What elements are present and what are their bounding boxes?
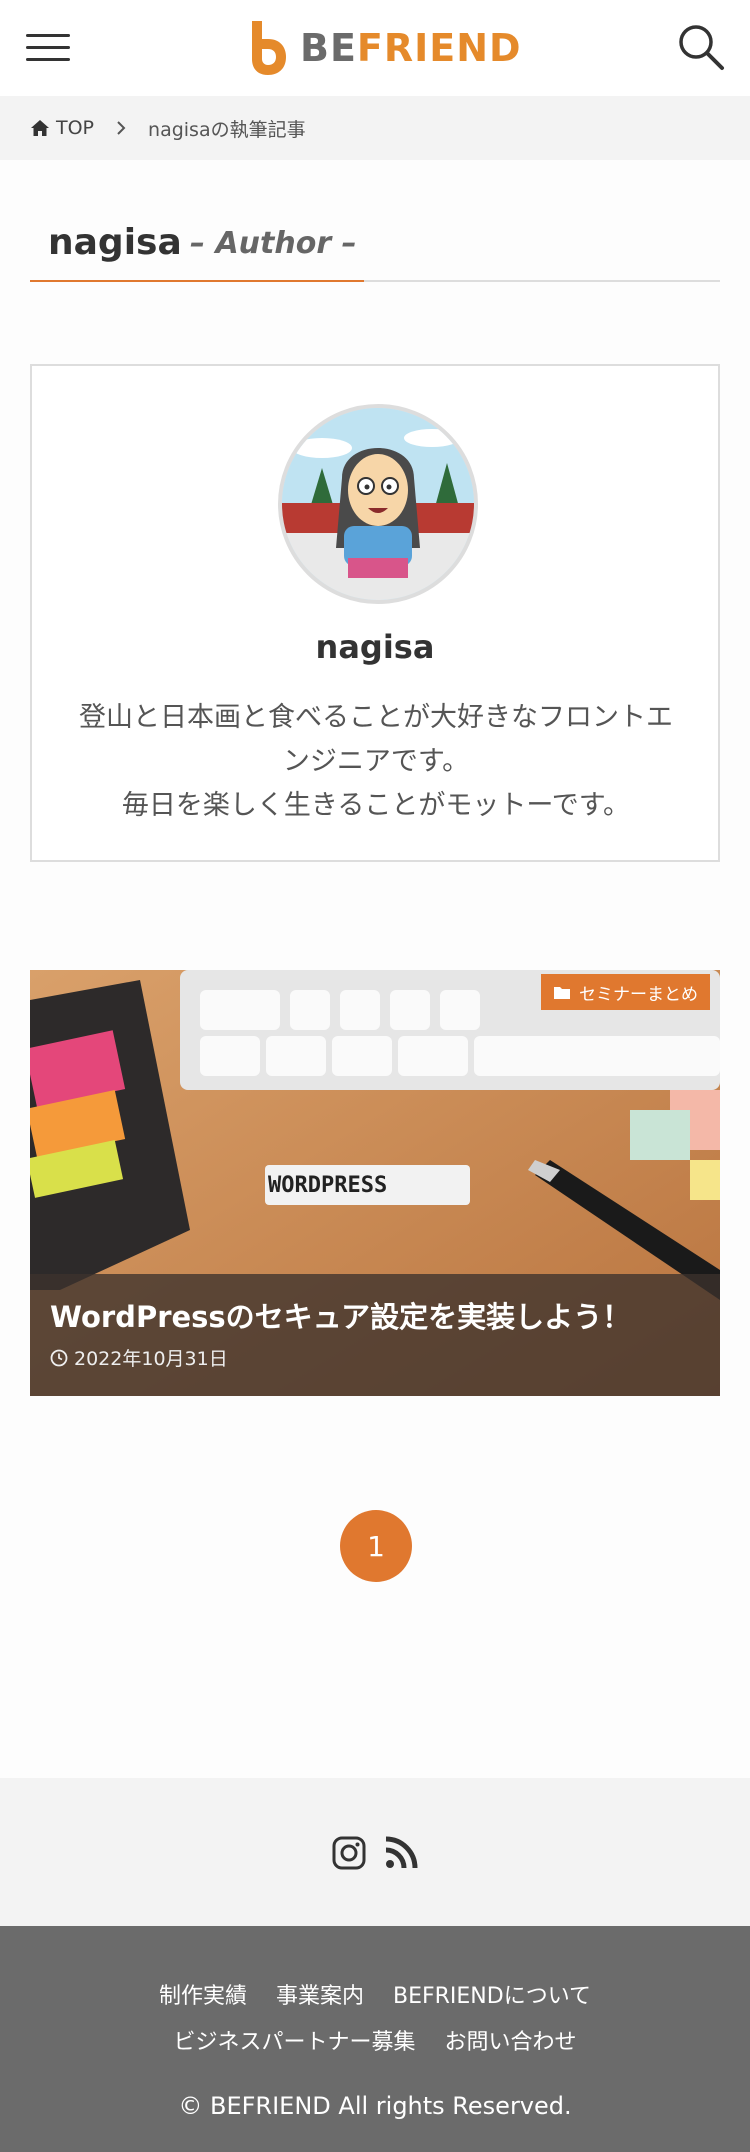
instagram-icon[interactable]: [332, 1836, 366, 1870]
logo-mark-icon: [252, 21, 286, 75]
post-overlay: WordPressのセキュア設定を実装しよう！ 2022年10月31日: [30, 1274, 720, 1396]
site-logo[interactable]: BEFRIEND: [248, 18, 522, 78]
profile-name: nagisa: [315, 628, 435, 666]
logo-wordmark: BEFRIEND: [300, 26, 522, 70]
breadcrumb-home-label: TOP: [56, 117, 95, 139]
avatar: [278, 404, 478, 604]
search-icon[interactable]: [676, 22, 726, 72]
post-title[interactable]: WordPressのセキュア設定を実装しよう！: [50, 1294, 631, 1336]
footer-link-partner[interactable]: ビジネスパートナー募集: [173, 2030, 415, 2055]
profile-bio: 登山と日本画と食べることが大好きなフロントエンジニアです。 毎日を楽しく生きるこ…: [72, 696, 680, 828]
rss-icon[interactable]: [384, 1836, 418, 1870]
footer-link-about[interactable]: BEFRIENDについて: [393, 1984, 591, 2009]
folder-icon: [554, 986, 570, 999]
footer-link-services[interactable]: 事業案内: [276, 1984, 364, 2009]
author-profile-box: nagisa 登山と日本画と食べることが大好きなフロントエンジニアです。 毎日を…: [30, 364, 720, 862]
cartoon-avatar-icon: [282, 408, 474, 600]
post-card[interactable]: WORDPRESS セミナーまとめ WordPressのセキュア設定を実装しよう…: [30, 970, 720, 1396]
author-heading-subtitle: – Author –: [190, 226, 357, 261]
pagination-current-page[interactable]: 1: [340, 1510, 412, 1582]
profile-bio-line: 登山と日本画と食べることが大好きなフロントエンジニアです。: [79, 702, 673, 777]
site-header: BEFRIEND: [0, 0, 750, 96]
post-date: 2022年10月31日: [50, 1344, 228, 1371]
menu-icon[interactable]: [26, 34, 70, 62]
post-category-label: セミナーまとめ: [579, 984, 698, 1005]
heading-accent-line: [30, 280, 364, 282]
footer-nav: 制作実績 事業案内 BEFRIENDについて ビジネスパートナー募集 お問い合わ…: [0, 1974, 750, 2066]
author-heading-name: nagisa: [48, 222, 182, 263]
home-icon: [31, 120, 49, 136]
site-footer: 制作実績 事業案内 BEFRIENDについて ビジネスパートナー募集 お問い合わ…: [0, 1926, 750, 2152]
author-heading: nagisa – Author –: [30, 218, 720, 282]
post-date-text: 2022年10月31日: [74, 1348, 228, 1370]
footer-link-contact[interactable]: お問い合わせ: [445, 2030, 577, 2055]
post-category-badge[interactable]: セミナーまとめ: [541, 974, 710, 1010]
footer-link-works[interactable]: 制作実績: [159, 1984, 247, 2009]
breadcrumb: TOP nagisaの執筆記事: [0, 96, 750, 160]
post-image-caption: WORDPRESS: [268, 1173, 387, 1198]
clock-icon: [50, 1349, 68, 1366]
profile-bio-line: 毎日を楽しく生きることがモットーです。: [121, 790, 631, 821]
breadcrumb-home-link[interactable]: TOP: [30, 117, 94, 139]
breadcrumb-current: nagisaの執筆記事: [148, 118, 306, 141]
copyright: © BEFRIEND All rights Reserved.: [178, 2092, 572, 2120]
chevron-right-icon: [116, 120, 126, 136]
footer-social: [0, 1778, 750, 1926]
